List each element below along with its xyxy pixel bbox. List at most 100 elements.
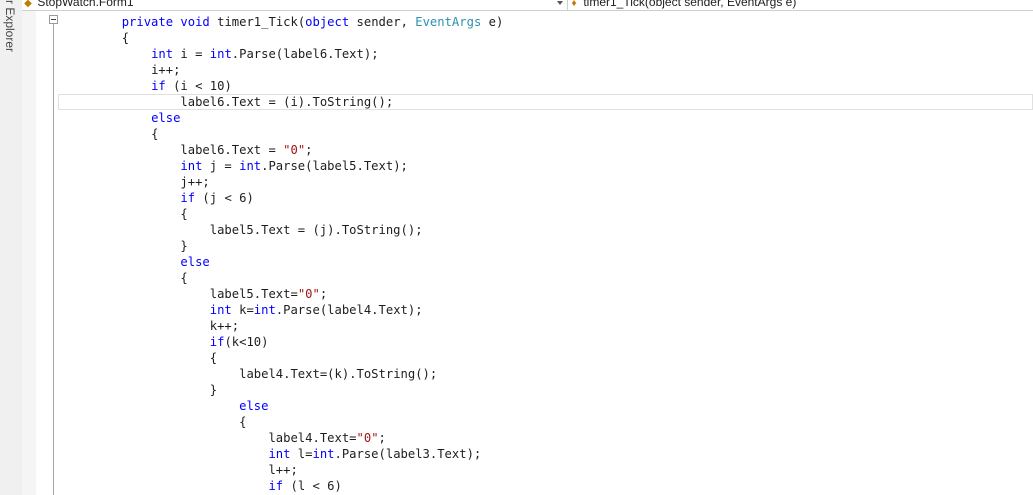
code-token: int bbox=[151, 47, 174, 61]
code-token: int bbox=[209, 303, 232, 317]
code-token: (k<10) bbox=[224, 335, 269, 349]
code-line[interactable]: { bbox=[58, 206, 1033, 222]
code-line[interactable]: if (i < 10) bbox=[58, 78, 1033, 94]
code-line[interactable]: else bbox=[58, 254, 1033, 270]
code-token: k++; bbox=[209, 319, 240, 333]
code-line[interactable]: int i = int.Parse(label6.Text); bbox=[58, 46, 1033, 62]
code-token: label4.Text= bbox=[268, 431, 357, 445]
code-line[interactable]: else bbox=[58, 398, 1033, 414]
solution-explorer-tab-strip: r Explorer bbox=[0, 0, 23, 495]
code-token: label6.Text = bbox=[180, 143, 284, 157]
code-token: .Parse(label5.Text); bbox=[261, 159, 408, 173]
code-line[interactable]: label4.Text="0"; bbox=[58, 430, 1033, 446]
code-line[interactable]: j++; bbox=[58, 174, 1033, 190]
code-token: int bbox=[209, 47, 232, 61]
member-dropdown-value: timer1_Tick(object sender, EventArgs e) bbox=[583, 0, 797, 9]
code-line[interactable]: label5.Text="0"; bbox=[58, 286, 1033, 302]
code-line[interactable]: { bbox=[58, 270, 1033, 286]
code-line[interactable]: else bbox=[58, 110, 1033, 126]
code-token: i = bbox=[173, 47, 210, 61]
code-line[interactable]: l++; bbox=[58, 462, 1033, 478]
code-token: EventArgs bbox=[415, 15, 482, 29]
class-dropdown-value: StopWatch.Form1 bbox=[37, 0, 134, 9]
navigation-bar: ◆ StopWatch.Form1 ♦ timer1_Tick(object s… bbox=[22, 0, 1033, 11]
code-line[interactable]: label5.Text = (j).ToString(); bbox=[58, 222, 1033, 238]
code-token: ; bbox=[378, 431, 386, 445]
code-token: l= bbox=[290, 447, 313, 461]
code-line[interactable]: { bbox=[58, 30, 1033, 46]
code-area[interactable]: private void timer1_Tick(object sender, … bbox=[58, 14, 1033, 495]
code-line[interactable]: } bbox=[58, 382, 1033, 398]
class-dropdown[interactable]: ◆ StopWatch.Form1 bbox=[22, 0, 568, 10]
code-token: int bbox=[268, 447, 291, 461]
code-line[interactable]: int j = int.Parse(label5.Text); bbox=[58, 158, 1033, 174]
code-line[interactable]: label6.Text = "0"; bbox=[58, 142, 1033, 158]
code-token: label6.Text = (i).ToString(); bbox=[180, 95, 394, 109]
code-token: { bbox=[239, 415, 247, 429]
code-token: if bbox=[268, 479, 284, 493]
code-line[interactable]: label4.Text=(k).ToString(); bbox=[58, 366, 1033, 382]
code-token: private bbox=[121, 15, 174, 29]
code-editor[interactable]: private void timer1_Tick(object sender, … bbox=[22, 11, 1033, 495]
code-token: } bbox=[209, 383, 218, 397]
solution-explorer-tab[interactable]: r Explorer bbox=[2, 0, 18, 60]
code-token: else bbox=[151, 111, 181, 125]
code-token: i++; bbox=[151, 63, 181, 77]
collapse-region-icon[interactable] bbox=[49, 15, 58, 24]
code-line[interactable]: } bbox=[58, 238, 1033, 254]
code-token: else bbox=[239, 399, 269, 413]
code-line[interactable]: if (l < 6) bbox=[58, 478, 1033, 494]
code-token: int bbox=[180, 159, 203, 173]
code-token: .Parse(label3.Text); bbox=[334, 447, 482, 461]
code-token: e) bbox=[481, 15, 504, 29]
code-token: if bbox=[151, 79, 166, 93]
current-code-line[interactable]: label6.Text = (i).ToString(); bbox=[58, 94, 1033, 110]
code-line[interactable]: { bbox=[58, 126, 1033, 142]
code-token: j = bbox=[202, 159, 240, 173]
code-token: ; bbox=[305, 143, 313, 157]
code-token: } bbox=[180, 239, 188, 253]
code-token: "0" bbox=[283, 143, 306, 157]
code-token: void bbox=[180, 15, 210, 29]
code-line[interactable]: if(k<10) bbox=[58, 334, 1033, 350]
editor-gutter bbox=[22, 11, 36, 495]
chevron-down-icon[interactable] bbox=[557, 1, 563, 5]
code-token: label5.Text = (j).ToString(); bbox=[209, 223, 423, 237]
code-token: timer1_Tick( bbox=[209, 15, 306, 29]
code-token: ; bbox=[319, 287, 328, 301]
code-line[interactable]: { bbox=[58, 350, 1033, 366]
code-token: "0" bbox=[356, 431, 379, 445]
method-icon: ♦ bbox=[571, 0, 577, 9]
code-line[interactable]: { bbox=[58, 414, 1033, 430]
code-token: "0" bbox=[297, 287, 320, 301]
code-token: (l < 6) bbox=[283, 479, 342, 493]
code-token: object bbox=[305, 15, 350, 29]
code-token: l++; bbox=[268, 463, 298, 477]
code-token: { bbox=[209, 351, 218, 365]
code-token: .Parse(label4.Text); bbox=[275, 303, 423, 317]
code-token: (i < 10) bbox=[165, 79, 232, 93]
code-line[interactable]: i++; bbox=[58, 62, 1033, 78]
outline-guide bbox=[53, 24, 54, 495]
code-line[interactable]: if (j < 6) bbox=[58, 190, 1033, 206]
code-line[interactable]: k++; bbox=[58, 318, 1033, 334]
code-line[interactable]: int l=int.Parse(label3.Text); bbox=[58, 446, 1033, 462]
member-dropdown[interactable]: ♦ timer1_Tick(object sender, EventArgs e… bbox=[568, 0, 1033, 10]
code-line[interactable]: int k=int.Parse(label4.Text); bbox=[58, 302, 1033, 318]
code-line[interactable]: private void timer1_Tick(object sender, … bbox=[58, 14, 1033, 30]
code-token: int bbox=[239, 159, 262, 173]
